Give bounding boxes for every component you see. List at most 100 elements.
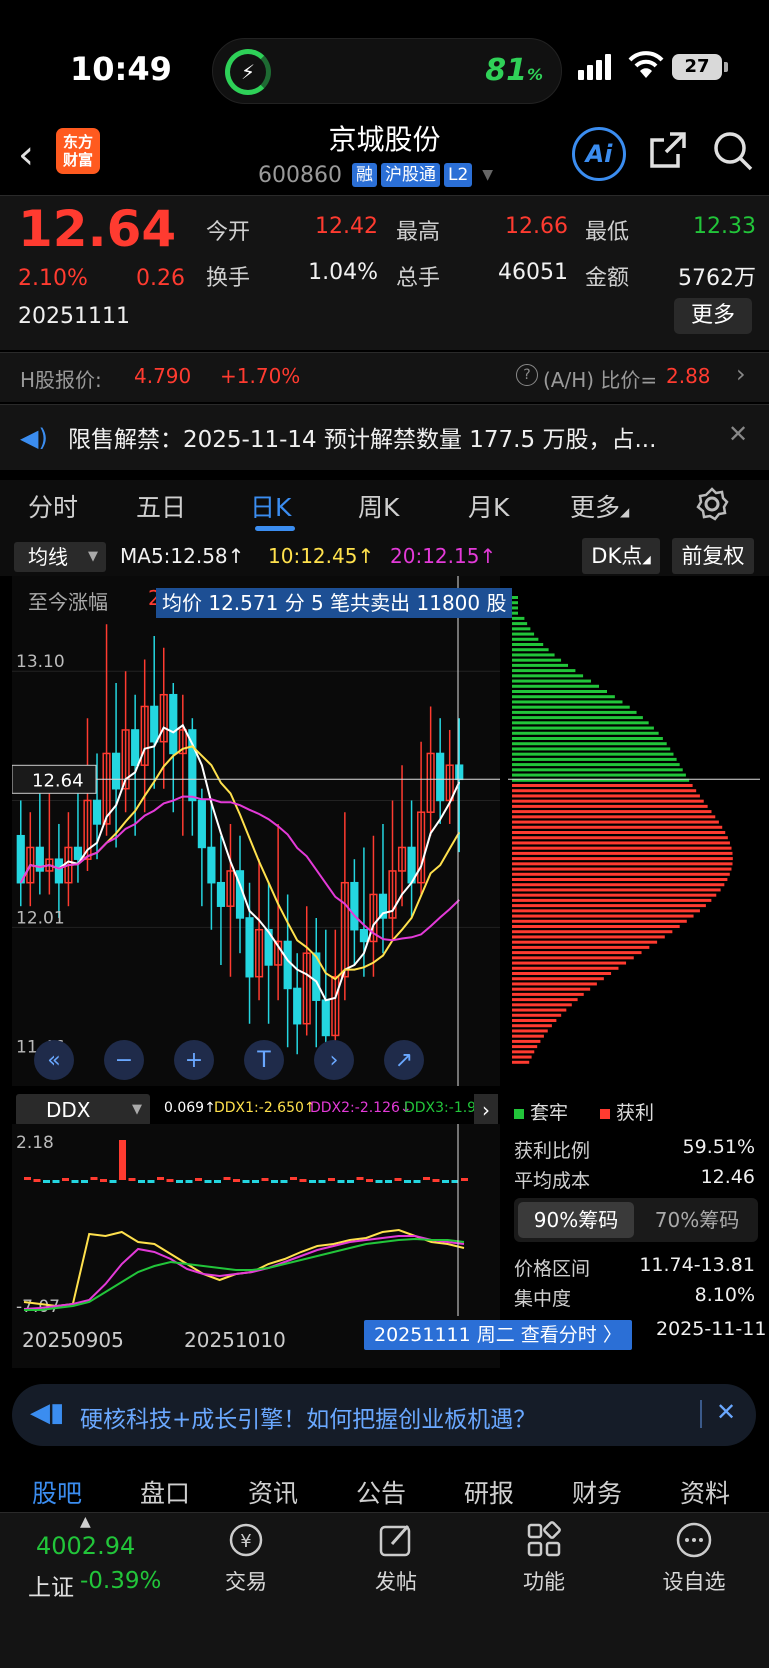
tag-margin: 融 — [351, 163, 377, 187]
tab-profile[interactable]: 资料 — [680, 1474, 730, 1510]
ma-selector[interactable]: 均线 ▼ — [14, 542, 106, 572]
gear-icon[interactable] — [694, 486, 730, 522]
current-price: 12.64 — [18, 200, 177, 258]
chip-bar — [512, 888, 721, 892]
ddx-bar — [176, 1180, 183, 1183]
chip-bar — [512, 710, 637, 714]
tab-more[interactable]: 更多◢ — [570, 488, 629, 524]
ddx-bar — [233, 1179, 240, 1182]
close-icon[interactable]: ✕ — [728, 420, 748, 448]
chip-bar — [512, 637, 539, 641]
candle — [150, 705, 159, 743]
view-intraday-pill[interactable]: 20251111 周二 查看分时 〉 — [364, 1320, 632, 1350]
ai-assistant-button[interactable]: Ai — [572, 127, 626, 181]
chip-bar — [512, 820, 719, 824]
nav-trade[interactable]: ¥ 交易 — [196, 1518, 296, 1596]
help-icon[interactable]: ? — [516, 364, 538, 386]
chip-bar — [512, 737, 663, 740]
high-label: 最高 — [396, 220, 441, 245]
zoom-forward-icon-glyph: › — [330, 1048, 339, 1073]
tab-weekly-k[interactable]: 周K — [358, 488, 399, 524]
ddx-bar — [128, 1178, 136, 1181]
tab-daily-k[interactable]: 日K — [250, 488, 291, 524]
candle — [321, 999, 330, 1037]
tab-news[interactable]: 资讯 — [248, 1474, 298, 1510]
ah-ratio-label: (A/H) 比价= — [543, 368, 658, 392]
ddx-bar — [62, 1178, 69, 1181]
tab-intraday[interactable]: 分时 — [28, 488, 78, 524]
chip-bar — [512, 945, 650, 949]
ddx-bar — [204, 1180, 212, 1183]
volume-value: 46051 — [498, 260, 568, 285]
ad-text[interactable]: 硬核科技+成长引擎！如何把握创业板机遇？ — [80, 1400, 536, 1434]
cellular-signal-icon — [578, 54, 611, 80]
tab-forum[interactable]: 股吧 — [32, 1474, 82, 1510]
ad-divider — [700, 1400, 702, 1428]
ddx-bar — [214, 1180, 221, 1183]
index-value[interactable]: 4002.94 — [36, 1532, 135, 1560]
adjust-button[interactable]: 前复权 — [672, 538, 754, 574]
nav-add-watchlist[interactable]: 设自选 — [644, 1518, 744, 1596]
chip-bar — [512, 982, 597, 986]
tab-orderbook[interactable]: 盘口 — [140, 1474, 190, 1510]
ddx-bar — [261, 1178, 269, 1181]
index-percent[interactable]: -0.39% — [80, 1568, 161, 1594]
index-name[interactable]: 上证 — [28, 1568, 74, 1602]
more-button[interactable]: 更多 — [674, 298, 752, 334]
tab-research[interactable]: 研报 — [464, 1474, 514, 1510]
ddx-selector[interactable]: DDX ▼ — [16, 1094, 150, 1126]
tab-chip-70[interactable]: 70%筹码 — [640, 1202, 754, 1238]
tab-monthly-k[interactable]: 月K — [468, 488, 509, 524]
chip-bar — [512, 747, 671, 751]
search-icon[interactable] — [712, 130, 754, 172]
chip-bar — [512, 611, 518, 615]
share-icon[interactable] — [648, 130, 688, 170]
chip-bar — [512, 1008, 567, 1012]
candlestick-chart[interactable]: 13.1012.0111.4612.64«−+T›↗ — [12, 576, 500, 1086]
h-share-price: 4.790 — [134, 364, 192, 388]
ddx-bar — [109, 1180, 117, 1183]
tab-chip-90[interactable]: 90%筹码 — [518, 1202, 634, 1238]
chevron-right-icon[interactable]: › — [736, 360, 746, 388]
tab-five-day[interactable]: 五日 — [136, 488, 186, 524]
chip-bar — [512, 804, 708, 808]
chip-bar — [512, 862, 733, 866]
chevron-down-icon: ▼ — [482, 167, 494, 183]
crosshair-price-label: 12.64 — [32, 770, 84, 791]
chip-bar — [512, 972, 612, 975]
more-icon — [676, 1522, 712, 1558]
nav-functions[interactable]: 功能 — [494, 1518, 594, 1596]
ddx-bar — [309, 1180, 316, 1183]
low-label: 最低 — [585, 220, 630, 245]
chip-bar — [512, 799, 704, 803]
chip-bar — [512, 1055, 532, 1059]
chip-bar — [512, 674, 584, 678]
chevron-right-icon[interactable]: › — [474, 1094, 498, 1126]
chip-bar — [512, 596, 518, 599]
ddx2-value: DDX2:-2.126↓ — [310, 1100, 412, 1116]
concentration-label: 集中度 — [514, 1288, 572, 1310]
ddx-bar — [252, 1180, 259, 1183]
chip-bar — [512, 716, 643, 720]
chip-bar — [512, 909, 700, 913]
chip-bar — [512, 825, 723, 829]
chip-bar — [512, 653, 555, 657]
status-time: 10:49 — [70, 50, 172, 88]
ah-ratio-value: 2.88 — [666, 364, 711, 388]
ddx-bar — [81, 1180, 88, 1183]
chip-bar — [512, 606, 518, 610]
tab-announcements[interactable]: 公告 — [356, 1474, 406, 1510]
tab-finance[interactable]: 财务 — [572, 1474, 622, 1510]
dk-point-button[interactable]: DK点◢ — [582, 538, 660, 574]
chip-bar — [512, 742, 667, 746]
chip-bar — [512, 757, 677, 761]
nav-post[interactable]: 发帖 — [346, 1518, 446, 1596]
chip-bar — [512, 643, 544, 646]
chip-bar — [512, 851, 733, 855]
notice-text[interactable]: 限售解禁：2025-11-14 预计解禁数量 177.5 万股，占... — [68, 420, 678, 454]
svg-text:¥: ¥ — [240, 1531, 251, 1552]
candle — [131, 729, 140, 766]
stock-code-row[interactable]: 600860 融 沪股通 L2 ▼ — [258, 160, 493, 190]
close-icon[interactable]: ✕ — [716, 1398, 736, 1426]
ddx-chart: 2.18-7.07 — [12, 1124, 500, 1316]
